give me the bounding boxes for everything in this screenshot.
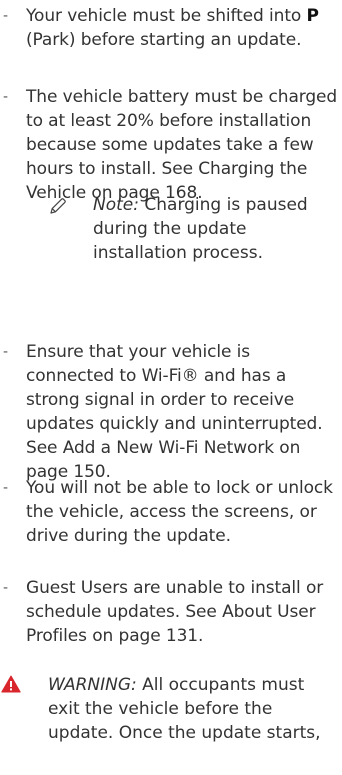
bullet-dash: - — [3, 580, 9, 596]
list-item-text-end: (Park) before starting an update. — [26, 30, 302, 50]
park-gear-label: P — [306, 6, 319, 26]
list-item-text: Guest Users are unable to install or sch… — [26, 578, 324, 646]
note-text: Note: Charging is paused during the upda… — [93, 193, 333, 265]
warning-triangle-icon — [1, 675, 21, 693]
bullet-dash: - — [3, 344, 9, 360]
bullet-dash: - — [3, 8, 9, 24]
list-item-text: Ensure that your vehicle is connected to… — [26, 342, 323, 482]
note-label: Note: — [93, 195, 139, 215]
list-item-text-start: Your vehicle must be shifted into — [26, 6, 307, 26]
list-item-text: The vehicle battery must be charged to a… — [26, 87, 338, 203]
bullet-dash: - — [3, 89, 9, 105]
list-item-text: Your vehicle must be shifted into P (Par… — [26, 4, 338, 52]
list-item-text: You will not be able to lock or unlock t… — [26, 478, 333, 546]
warning-label: WARNING: — [48, 675, 137, 695]
bullet-dash: - — [3, 480, 9, 496]
warning-text: WARNING: All occupants must exit the veh… — [48, 673, 338, 745]
manual-page: - Your vehicle must be shifted into P (P… — [0, 0, 342, 775]
pencil-icon — [50, 198, 66, 214]
